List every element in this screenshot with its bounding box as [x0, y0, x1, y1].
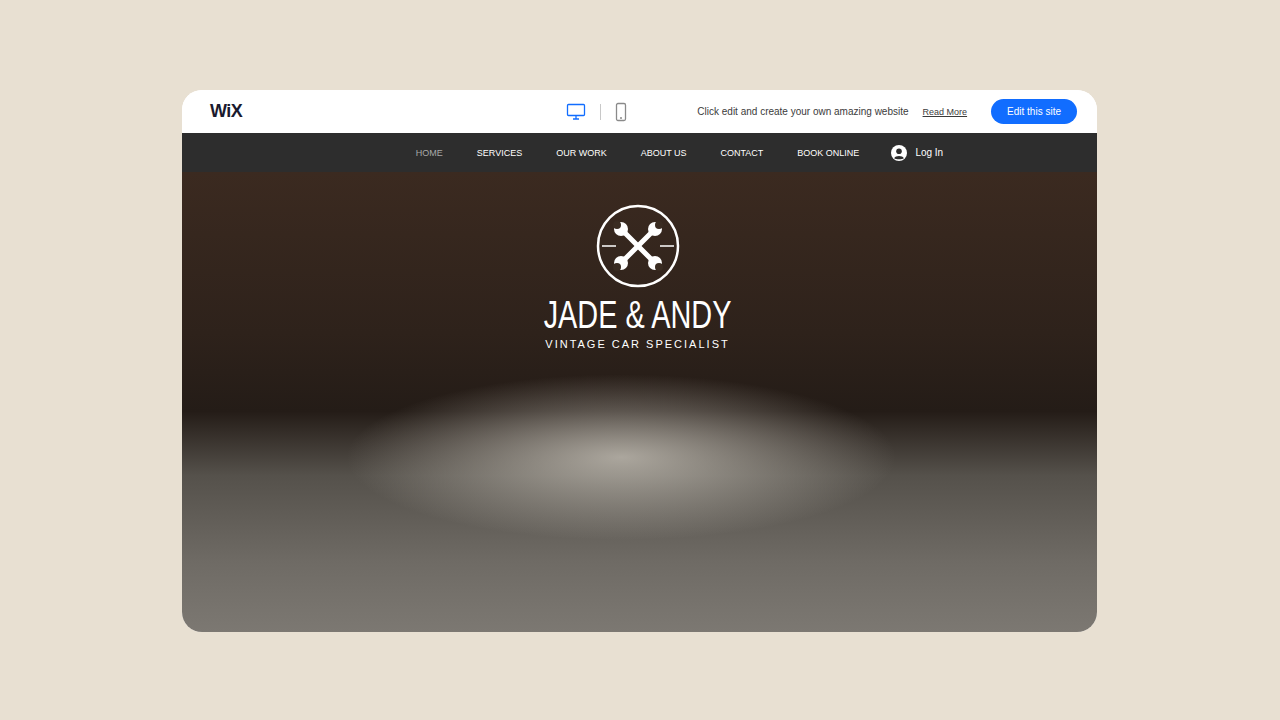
nav-item[interactable]: HOME [416, 148, 443, 158]
nav-item[interactable]: SERVICES [477, 148, 522, 158]
site-nav: HOME SERVICES OUR WORK ABOUT US CONTACT BOOK … [182, 133, 1097, 172]
wix-logo[interactable]: WiX [210, 101, 242, 121]
device-separator [600, 104, 601, 120]
edit-site-button[interactable]: Edit this site [991, 99, 1077, 124]
hero-branding: JADE & ANDY VINTAGE CAR SPECIALIST [182, 172, 1097, 350]
crossed-wrenches-icon [596, 204, 680, 288]
login-button[interactable]: Log In [891, 145, 943, 161]
desktop-icon[interactable] [566, 103, 586, 121]
hero-subtitle: VINTAGE CAR SPECIALIST [545, 338, 729, 350]
site-preview: WiX Click edit and create your own amazi… [182, 90, 1097, 632]
edit-message: Click edit and create your own amazing w… [697, 106, 908, 117]
editor-bar: WiX Click edit and create your own amazi… [182, 90, 1097, 133]
nav-item[interactable]: OUR WORK [556, 148, 607, 158]
nav-item[interactable]: BOOK ONLINE [797, 148, 859, 158]
device-switcher [566, 102, 627, 122]
editor-actions: Click edit and create your own amazing w… [697, 99, 1077, 124]
nav-item[interactable]: CONTACT [721, 148, 764, 158]
user-icon [891, 145, 907, 161]
read-more-link[interactable]: Read More [923, 107, 968, 117]
mobile-icon[interactable] [615, 102, 627, 122]
hero-title: JADE & ANDY [544, 296, 732, 336]
nav-item[interactable]: ABOUT US [641, 148, 687, 158]
hero-section: JADE & ANDY VINTAGE CAR SPECIALIST [182, 172, 1097, 632]
